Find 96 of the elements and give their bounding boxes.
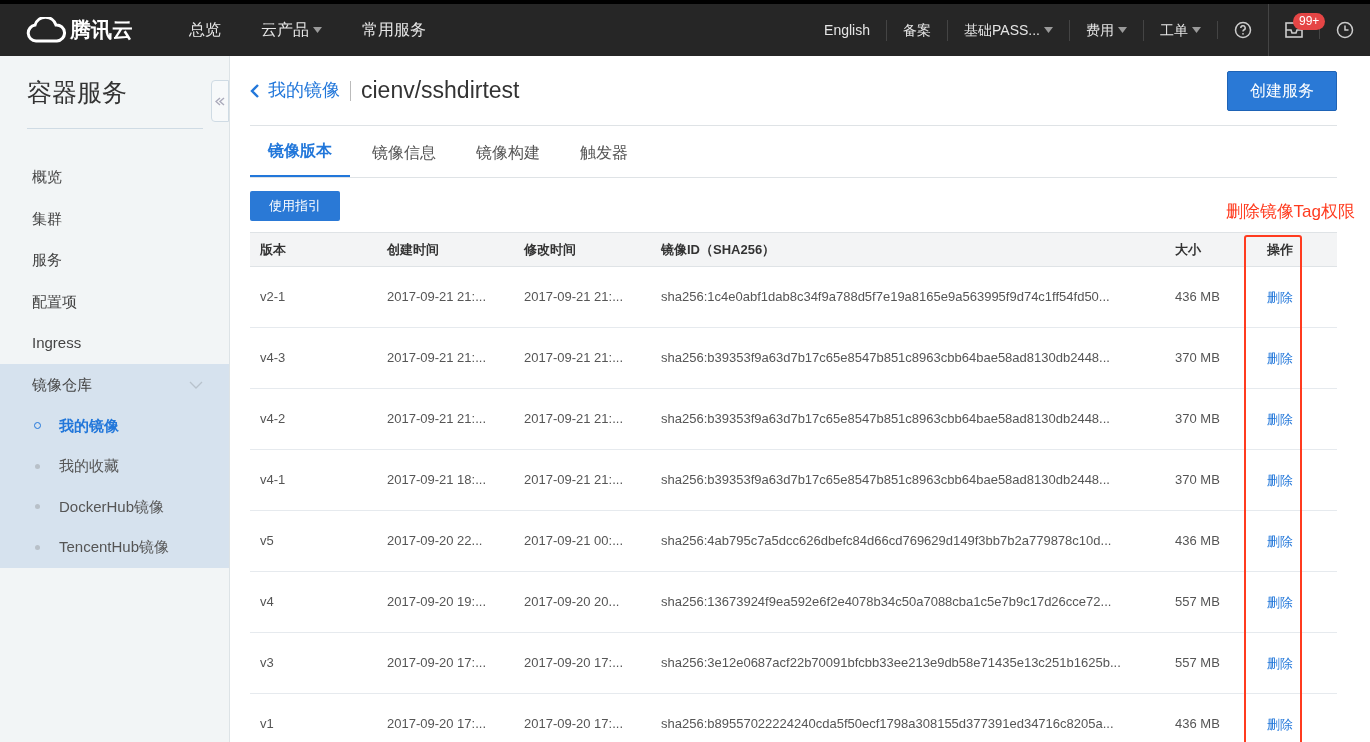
column-header: 操作: [1266, 240, 1294, 259]
table-cell-text: v2-1: [259, 288, 287, 307]
delete-link[interactable]: 删除: [1267, 351, 1293, 366]
table-cell-text: v3: [259, 654, 275, 673]
sidebar-item[interactable]: 概览: [0, 156, 229, 198]
column-header: 创建时间: [386, 240, 440, 259]
table-cell-text: 436 MB: [1174, 532, 1221, 551]
table-cell-text: v4-2: [259, 410, 287, 429]
topbar-link[interactable]: English: [808, 19, 886, 41]
back-link[interactable]: 我的镜像: [250, 77, 340, 104]
table-cell-text: 2017-09-20 22...: [386, 532, 484, 551]
topbar-link[interactable]: 基础PASS...: [947, 19, 1069, 41]
bullet-icon: [35, 544, 40, 550]
sidebar-subitem[interactable]: TencentHub镜像: [0, 527, 229, 568]
table-cell-text: 2017-09-21 21:...: [386, 349, 488, 368]
sidebar-item[interactable]: 镜像仓库: [0, 364, 229, 406]
table-cell-text: sha256:3e12e0687acf22b70091bfcbb33ee213e9db58e71435e13c251b1625b...: [660, 654, 1122, 673]
delete-link[interactable]: 删除: [1267, 412, 1293, 427]
column-header: 修改时间: [522, 240, 577, 259]
tab[interactable]: 镜像构建: [458, 126, 558, 177]
column-header: 大小: [1174, 240, 1202, 259]
sidebar-item[interactable]: 配置项: [0, 281, 229, 323]
table-cell-text: 557 MB: [1174, 654, 1221, 673]
table-cell-text: 2017-09-20 17:...: [523, 654, 625, 673]
create-service-button[interactable]: 创建服务: [1227, 70, 1337, 111]
caret-icon: [1044, 27, 1053, 33]
table-cell-text: 2017-09-20 17:...: [386, 715, 488, 734]
sidebar-item[interactable]: 集群: [0, 198, 229, 240]
tab[interactable]: 镜像版本: [250, 126, 350, 177]
table-cell-text: 557 MB: [1174, 593, 1221, 612]
topbar-link[interactable]: 费用: [1069, 19, 1143, 41]
table-cell-text: sha256:b39353f9a63d7b17c65e8547b851c8963cbb64bae58ad8130db2448...: [660, 349, 1111, 368]
table-cell-text: 2017-09-21 21:...: [523, 410, 625, 429]
topbar-link[interactable]: 工单: [1143, 19, 1217, 41]
annotation-text: 删除镜像Tag权限: [1225, 201, 1355, 223]
table-cell-text: 2017-09-21 21:...: [523, 349, 625, 368]
table-cell-text: 2017-09-21 00:...: [523, 532, 625, 551]
table-cell-text: 436 MB: [1174, 288, 1221, 307]
sidebar-title: 容器服务: [27, 74, 203, 129]
help-icon[interactable]: [1234, 21, 1252, 39]
logo-text: 腾讯云: [70, 17, 133, 44]
table-cell-text: v5: [259, 532, 275, 551]
nav-link[interactable]: 常用服务: [342, 4, 446, 56]
table-cell-text: 370 MB: [1174, 471, 1221, 490]
column-header: 镜像ID（SHA256）: [660, 240, 777, 259]
table-cell-text: 2017-09-21 18:...: [386, 471, 488, 490]
table-cell-text: sha256:b39353f9a63d7b17c65e8547b851c8963cbb64bae58ad8130db2448...: [660, 471, 1111, 490]
notification-badge: 99+: [1293, 13, 1326, 30]
sidebar-item[interactable]: Ingress: [0, 322, 229, 364]
back-chevron-icon: [250, 83, 260, 98]
topbar-link[interactable]: 备案: [886, 19, 947, 41]
delete-link[interactable]: 删除: [1267, 290, 1293, 305]
sidebar-subitem[interactable]: 我的收藏: [0, 446, 229, 487]
tab[interactable]: 触发器: [562, 126, 646, 177]
table-cell-text: sha256:4ab795c7a5dcc626dbefc84d66cd769629d149f3bb7b2a779878c10d...: [660, 532, 1113, 551]
bullet-icon: [35, 504, 40, 510]
table-cell-text: sha256:b89557022224240cda5f50ecf1798a308155d377391ed34716c8205a...: [660, 715, 1115, 734]
delete-link[interactable]: 删除: [1267, 656, 1293, 671]
chevron-icon: [189, 380, 203, 389]
delete-link[interactable]: 删除: [1267, 717, 1293, 732]
delete-link[interactable]: 删除: [1267, 534, 1293, 549]
table-cell-text: 2017-09-20 17:...: [386, 654, 488, 673]
table-cell-text: sha256:1c4e0abf1dab8c34f9a788d5f7e19a8165e9a563995f9d74c1ff54fd50...: [660, 288, 1111, 307]
table-cell-text: 2017-09-21 21:...: [523, 288, 625, 307]
tab[interactable]: 镜像信息: [354, 126, 454, 177]
nav-link[interactable]: 总览: [169, 4, 241, 56]
table-cell-text: v1: [259, 715, 275, 734]
table-cell-text: v4-1: [259, 471, 287, 490]
table-cell-text: v4-3: [259, 349, 287, 368]
delete-link[interactable]: 删除: [1267, 473, 1293, 488]
table-cell-text: 2017-09-20 17:...: [523, 715, 625, 734]
page-title: cienv/sshdirtest: [361, 76, 520, 106]
column-header: 版本: [259, 240, 287, 259]
table-cell-text: 436 MB: [1174, 715, 1221, 734]
table-cell-text: 2017-09-20 20...: [523, 593, 621, 612]
double-chevron-icon: [215, 96, 225, 106]
table-cell-text: 370 MB: [1174, 349, 1221, 368]
sidebar-subitem[interactable]: DockerHub镜像: [0, 486, 229, 527]
bullet-icon: [35, 463, 40, 469]
table-cell-text: v4: [259, 593, 275, 612]
table-cell-text: 370 MB: [1174, 410, 1221, 429]
caret-icon: [313, 27, 322, 33]
guide-button[interactable]: 使用指引: [250, 191, 340, 221]
delete-link[interactable]: 删除: [1267, 595, 1293, 610]
caret-icon: [1118, 27, 1127, 33]
table-cell-text: sha256:b39353f9a63d7b17c65e8547b851c8963cbb64bae58ad8130db2448...: [660, 410, 1111, 429]
clock-icon[interactable]: [1336, 21, 1354, 39]
nav-link[interactable]: 云产品: [241, 4, 342, 56]
table-cell-text: 2017-09-20 19:...: [386, 593, 488, 612]
table-cell-text: sha256:13673924f9ea592e6f2e4078b34c50a7088cba1c5e7b9c17d26cce72...: [660, 593, 1113, 612]
table-cell-text: 2017-09-21 21:...: [386, 410, 488, 429]
table-cell-text: 2017-09-21 21:...: [386, 288, 488, 307]
table-cell-text: 2017-09-21 21:...: [523, 471, 625, 490]
caret-icon: [1192, 27, 1201, 33]
cloud-logo-icon: [26, 17, 66, 43]
sidebar-item[interactable]: 服务: [0, 239, 229, 281]
